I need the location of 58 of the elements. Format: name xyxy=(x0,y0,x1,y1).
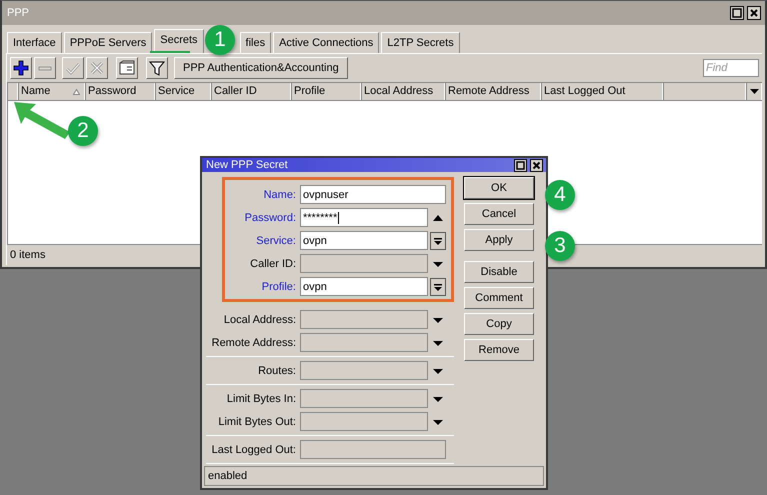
find-field[interactable]: Find xyxy=(703,59,759,77)
column-header[interactable]: Service xyxy=(155,83,211,100)
dialog-button[interactable]: Remove xyxy=(464,339,534,361)
input-field[interactable] xyxy=(300,412,428,431)
maximize-icon[interactable] xyxy=(730,6,744,20)
underline-mark xyxy=(150,51,190,53)
tab[interactable]: Secrets xyxy=(154,29,204,53)
field-label: Remote Address: xyxy=(210,336,297,348)
dropdown-icon[interactable] xyxy=(430,232,446,250)
input-field[interactable] xyxy=(300,333,428,352)
dropdown-icon[interactable] xyxy=(430,278,446,296)
input-field[interactable] xyxy=(300,310,428,329)
plus-icon[interactable] xyxy=(12,59,30,77)
filter-icon[interactable] xyxy=(148,59,166,77)
field-label: Last Logged Out: xyxy=(210,444,297,456)
status-text: enabled xyxy=(204,466,544,486)
tab[interactable]: PPPoE Servers xyxy=(64,32,152,53)
column-header[interactable]: Password xyxy=(85,83,155,100)
input-field[interactable] xyxy=(300,389,428,408)
input-field[interactable] xyxy=(300,254,428,273)
column-header[interactable]: Last Logged Out xyxy=(541,83,663,100)
auth-button[interactable]: PPP Authentication&Accounting xyxy=(174,57,348,79)
dialog-button[interactable]: Disable xyxy=(464,261,534,283)
input-field[interactable]: ovpnuser xyxy=(300,185,446,204)
maximize-icon[interactable] xyxy=(514,158,527,172)
input-field[interactable]: ******** xyxy=(300,208,428,227)
field-label: Limit Bytes In: xyxy=(226,392,297,404)
field-label: Local Address: xyxy=(222,314,297,326)
dialog-button[interactable]: Comment xyxy=(464,287,534,309)
input-field[interactable]: ovpn xyxy=(300,277,428,296)
dialog-button[interactable]: OK xyxy=(464,177,534,199)
column-header[interactable]: Caller ID xyxy=(211,83,291,100)
field-label: Service: xyxy=(255,234,297,246)
tab[interactable]: Interface xyxy=(7,32,62,53)
note-icon[interactable] xyxy=(118,59,136,77)
column-header[interactable]: Remote Address xyxy=(445,83,541,100)
input-field[interactable] xyxy=(300,440,446,459)
column-header[interactable]: Local Address xyxy=(361,83,445,100)
input-field[interactable] xyxy=(300,361,428,380)
dialog-button[interactable]: Cancel xyxy=(464,203,534,225)
tab[interactable]: files xyxy=(240,32,272,53)
field-label: Routes: xyxy=(257,364,297,376)
field-label: Password: xyxy=(244,212,297,224)
field-label: Profile: xyxy=(260,280,297,292)
column-header[interactable]: Name xyxy=(18,83,85,100)
dialog-button[interactable]: Copy xyxy=(464,313,534,335)
tab[interactable]: Active Connections xyxy=(273,32,380,53)
field-label: Name: xyxy=(262,188,297,200)
window-title: PPP xyxy=(7,7,30,19)
column-header[interactable]: Profile xyxy=(291,83,361,100)
dropdown-icon[interactable] xyxy=(750,89,758,94)
dialog-button[interactable]: Apply xyxy=(464,229,534,251)
dialog-title: New PPP Secret xyxy=(206,159,289,171)
field-label: Limit Bytes Out: xyxy=(217,416,297,428)
close-icon[interactable] xyxy=(530,158,543,172)
input-field[interactable]: ovpn xyxy=(300,231,428,250)
close-icon[interactable] xyxy=(747,6,761,20)
tab[interactable]: L2TP Secrets xyxy=(381,32,460,53)
